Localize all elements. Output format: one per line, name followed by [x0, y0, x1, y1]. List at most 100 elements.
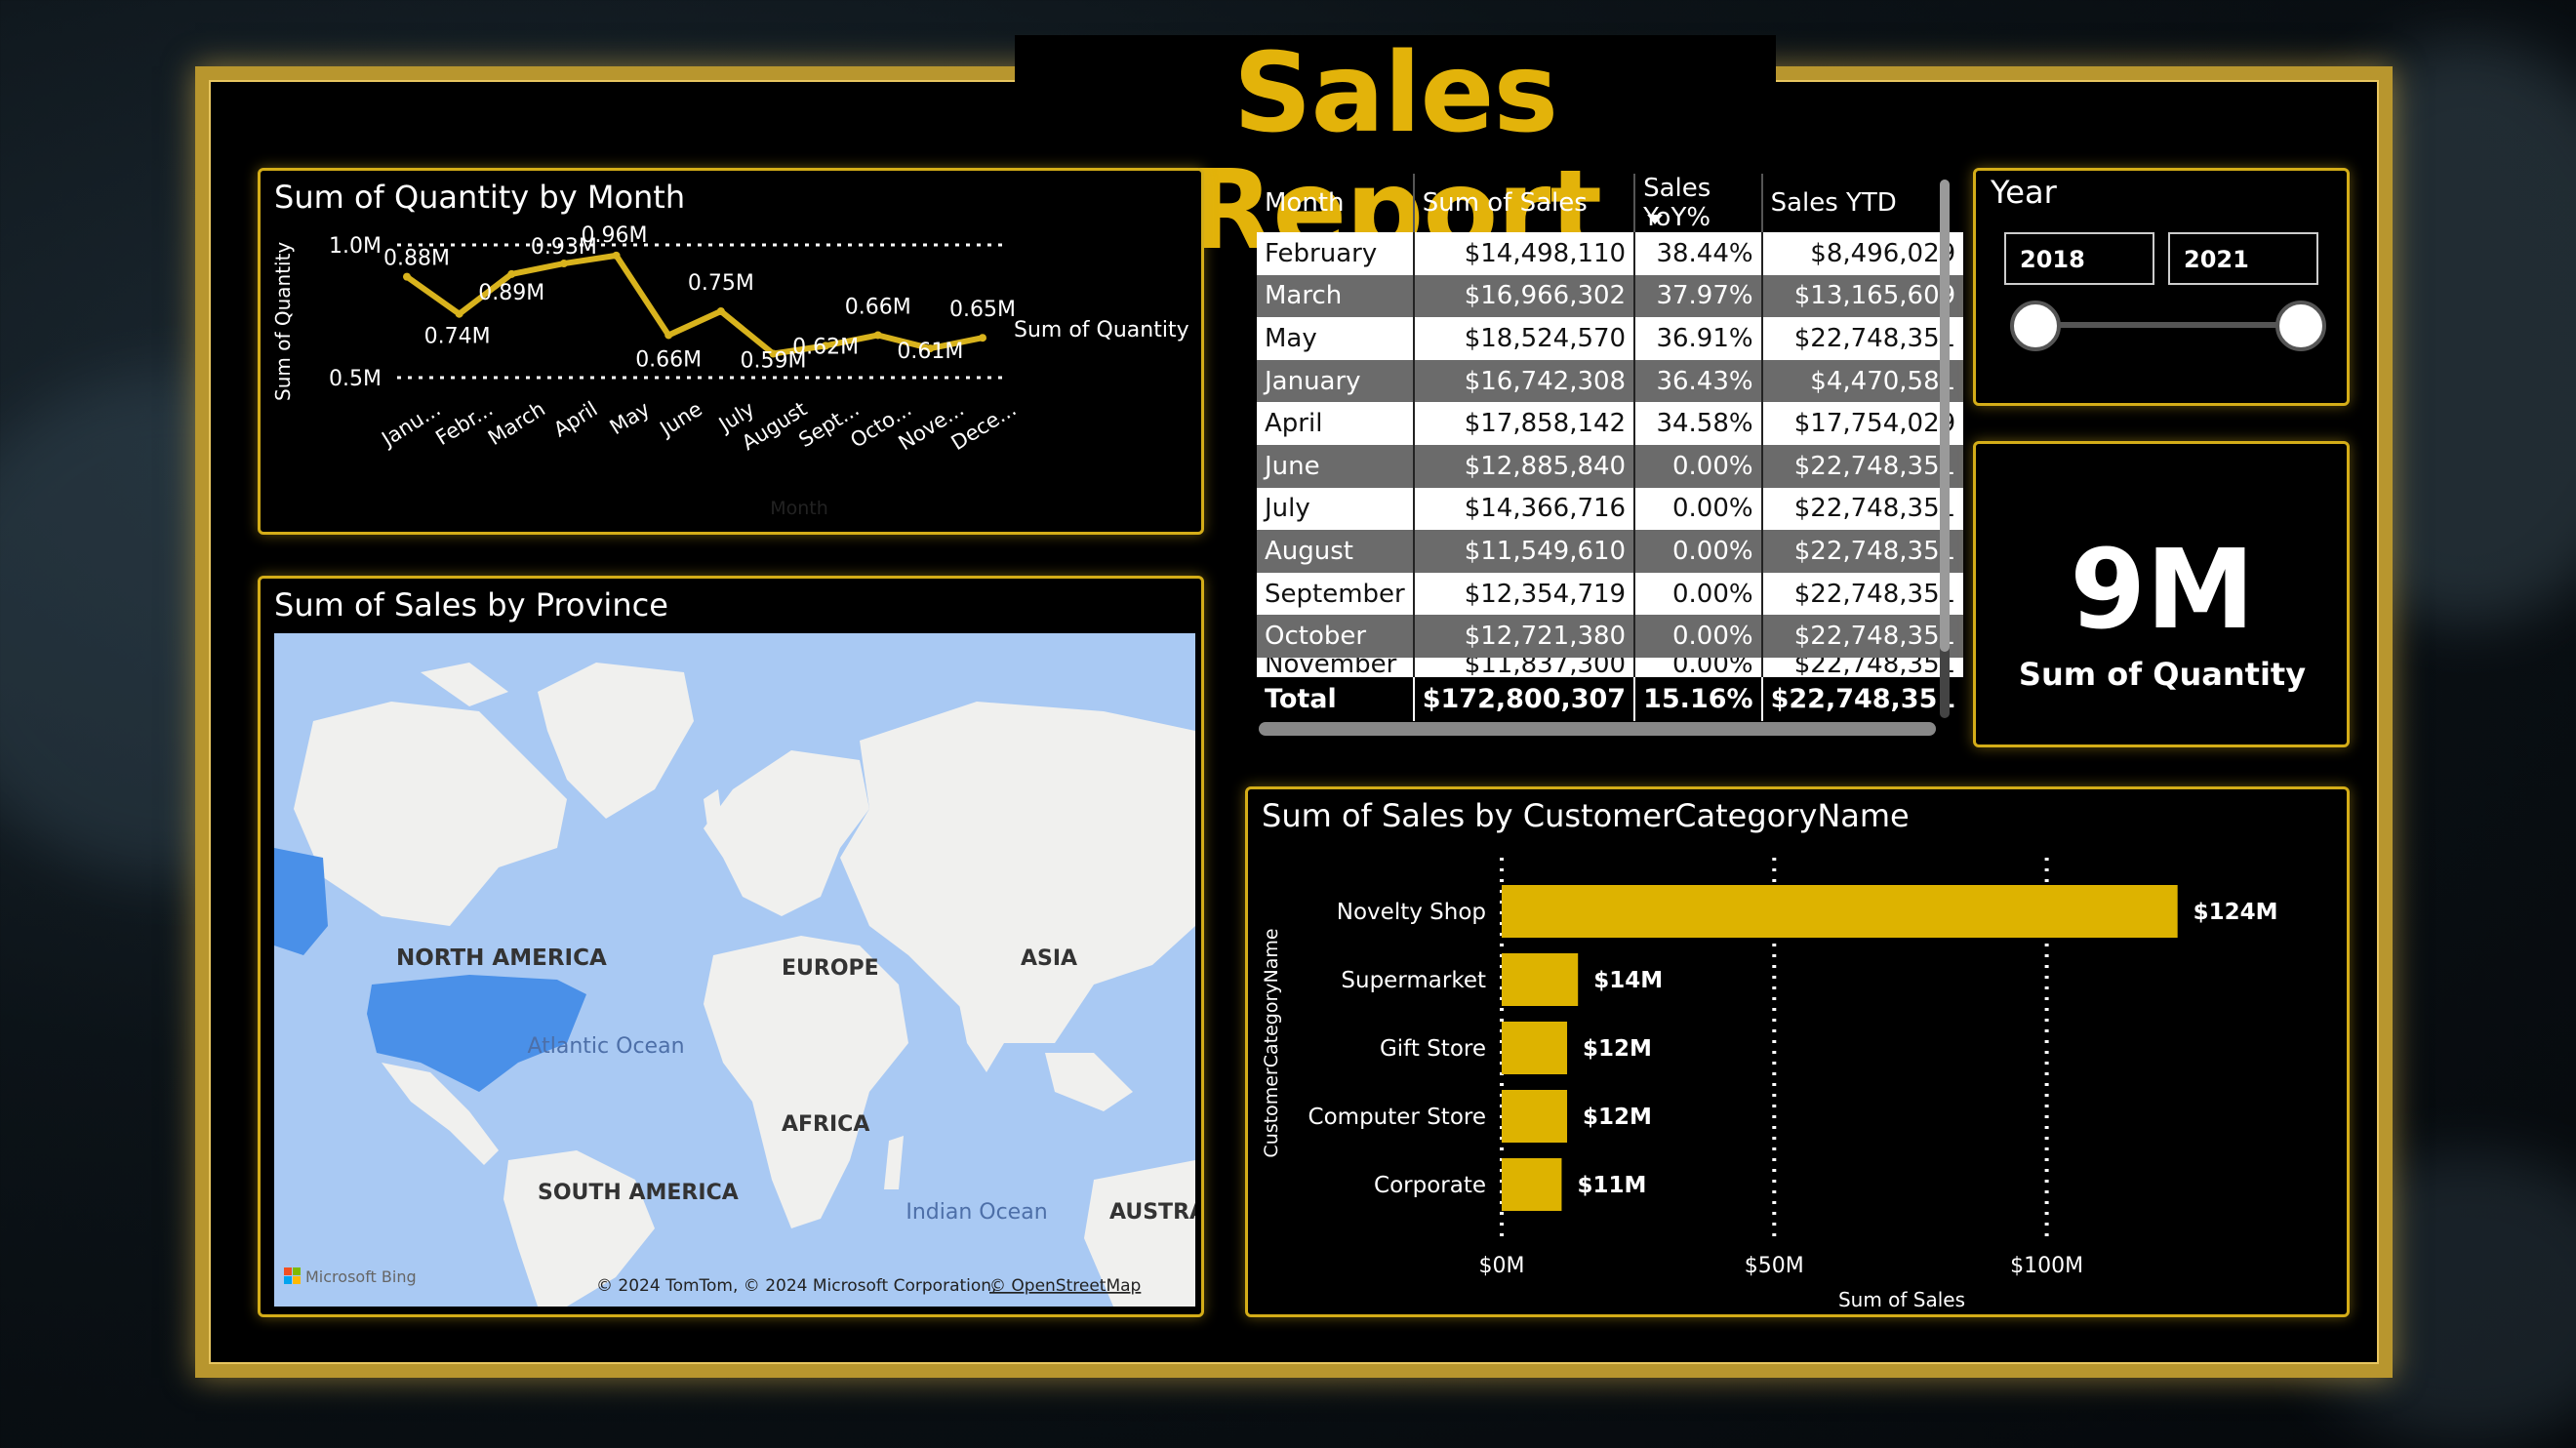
table-scroll-thumb[interactable]: [1940, 180, 1950, 652]
cell-ytd: $8,496,029: [1760, 232, 1964, 275]
y-tick-label: Computer Store: [1308, 1105, 1486, 1130]
map-copyright: © 2024 TomTom, © 2024 Microsoft Corporat…: [596, 1276, 996, 1296]
table-row[interactable]: March $16,966,302 37.97% $13,165,609: [1257, 274, 1964, 318]
cell-ytd: $22,748,351: [1760, 317, 1964, 360]
line-point[interactable]: [979, 334, 986, 342]
data-label: $124M: [2194, 900, 2278, 925]
cell-month: October: [1257, 615, 1414, 658]
year-slider-start-handle[interactable]: [2010, 301, 2061, 351]
year-from-input[interactable]: 2018: [2004, 232, 2154, 285]
cell-yoy: 36.43%: [1633, 359, 1762, 403]
cell-ytd: $22,748,351: [1760, 444, 1964, 488]
line-point[interactable]: [455, 309, 463, 318]
table-row[interactable]: January $16,742,308 36.43% $4,470,581: [1257, 359, 1964, 403]
total-cell: $172,800,307: [1412, 674, 1635, 721]
x-axis-label: Month: [770, 498, 828, 519]
cell-sum-sales: $12,885,840: [1412, 444, 1635, 488]
table-row[interactable]: August $11,549,610 0.00% $22,748,351: [1257, 530, 1964, 573]
table-row[interactable]: October $12,721,380 0.00% $22,748,351: [1257, 615, 1964, 658]
table-row[interactable]: September $12,354,719 0.00% $22,748,351: [1257, 572, 1964, 616]
line-point[interactable]: [664, 331, 673, 340]
bar[interactable]: [1502, 953, 1579, 1006]
cell-month: August: [1257, 530, 1414, 573]
cell-partial: $22,748,351: [1760, 657, 1964, 676]
x-tick-label: $50M: [1745, 1254, 1804, 1278]
col-header-month[interactable]: Month: [1257, 174, 1414, 232]
world-map[interactable]: NORTH AMERICA EUROPE ASIA AFRICA SOUTH A…: [274, 633, 1195, 1307]
map-brand: Microsoft Bing: [305, 1267, 417, 1286]
bar[interactable]: [1502, 1090, 1568, 1143]
col-header-ytd[interactable]: Sales YTD: [1760, 174, 1964, 232]
data-label: $11M: [1577, 1173, 1646, 1198]
x-tick-label: Febr...: [431, 397, 497, 450]
cell-yoy: 0.00%: [1633, 444, 1762, 488]
bar-chart-panel[interactable]: Sum of Sales by CustomerCategoryName $0M…: [1245, 786, 2350, 1317]
cell-ytd: $22,748,351: [1760, 487, 1964, 531]
total-cell: Total: [1257, 674, 1414, 721]
x-tick-label: Janu...: [377, 397, 445, 452]
data-label: 0.62M: [792, 335, 859, 359]
cell-month: July: [1257, 487, 1414, 531]
cell-month: February: [1257, 232, 1414, 275]
line-point[interactable]: [873, 331, 882, 340]
kpi-value: 9M: [2070, 527, 2255, 654]
map-label-atlantic: Atlantic Ocean: [527, 1034, 684, 1059]
data-label: 0.88M: [383, 247, 450, 271]
cell-partial: $11,837,300: [1412, 657, 1635, 676]
cell-partial: 0.00%: [1633, 657, 1762, 676]
year-slider-track[interactable]: [2037, 322, 2301, 328]
cell-yoy: 36.91%: [1633, 317, 1762, 360]
map-osm-link: © OpenStreetMap: [989, 1276, 1141, 1296]
data-label: 0.66M: [635, 347, 702, 372]
cell-yoy: 0.00%: [1633, 487, 1762, 531]
col-header-sum-sales[interactable]: Sum of Sales: [1412, 174, 1635, 232]
cell-ytd: $17,754,029: [1760, 402, 1964, 445]
table-horizontal-scrollbar[interactable]: [1259, 722, 1936, 736]
table-total-row: Total $172,800,307 15.16% $22,748,351: [1257, 674, 1964, 721]
cell-ytd: $22,748,351: [1760, 615, 1964, 658]
map-label-north-america: NORTH AMERICA: [396, 945, 607, 971]
bar[interactable]: [1502, 1158, 1562, 1211]
table-row[interactable]: April $17,858,142 34.58% $17,754,029: [1257, 402, 1964, 445]
table-row[interactable]: May $18,524,570 36.91% $22,748,351: [1257, 317, 1964, 360]
x-tick-label: $100M: [2010, 1254, 2083, 1278]
table-row[interactable]: February $14,498,110 38.44% $8,496,029: [1257, 232, 1964, 275]
data-label: $12M: [1583, 1105, 1652, 1130]
data-label: 0.61M: [897, 340, 963, 364]
x-axis-label: Sum of Sales: [1838, 1288, 1965, 1311]
map-panel[interactable]: Sum of Sales by Province NORTH AMERICA E…: [258, 576, 1204, 1317]
year-slider-end-handle[interactable]: [2275, 301, 2326, 351]
cell-month: January: [1257, 359, 1414, 403]
cell-sum-sales: $14,498,110: [1412, 232, 1635, 275]
cell-partial-text: 0.00%: [1671, 657, 1753, 675]
data-label: 0.89M: [478, 281, 544, 305]
cell-yoy: 37.97%: [1633, 274, 1762, 318]
data-label: 0.74M: [424, 325, 491, 349]
sales-table[interactable]: Month Sum of Sales Sales YoY% Sales YTD …: [1257, 174, 1964, 740]
y-tick-label: 1.0M: [329, 234, 382, 259]
map-label-europe: EUROPE: [782, 956, 879, 981]
cell-sum-sales: $14,366,716: [1412, 487, 1635, 531]
table-row[interactable]: July $14,366,716 0.00% $22,748,351: [1257, 487, 1964, 531]
line-point[interactable]: [559, 260, 568, 268]
cell-ytd: $13,165,609: [1760, 274, 1964, 318]
line-point[interactable]: [612, 251, 621, 260]
line-chart-panel[interactable]: Sum of Quantity by Month 0.5M 1.0M Sum of …: [258, 168, 1204, 535]
map-label-indian: Indian Ocean: [906, 1200, 1047, 1225]
cell-month: April: [1257, 402, 1414, 445]
y-tick-label: Novelty Shop: [1337, 900, 1486, 925]
line-point[interactable]: [507, 269, 516, 278]
bar[interactable]: [1502, 1022, 1568, 1074]
table-row[interactable]: June $12,885,840 0.00% $22,748,351: [1257, 444, 1964, 488]
cell-sum-sales: $18,524,570: [1412, 317, 1635, 360]
line-point[interactable]: [716, 307, 725, 315]
line-point[interactable]: [403, 272, 411, 281]
x-tick-label: April: [549, 397, 601, 442]
cell-month: September: [1257, 572, 1414, 616]
col-header-yoy[interactable]: Sales YoY%: [1633, 174, 1762, 232]
cell-ytd: $22,748,351: [1760, 572, 1964, 616]
cell-sum-sales: $11,549,610: [1412, 530, 1635, 573]
table-row-partial[interactable]: November $11,837,300 0.00% $22,748,351: [1257, 657, 1964, 676]
year-to-input[interactable]: 2021: [2168, 232, 2318, 285]
bar[interactable]: [1502, 885, 2178, 938]
